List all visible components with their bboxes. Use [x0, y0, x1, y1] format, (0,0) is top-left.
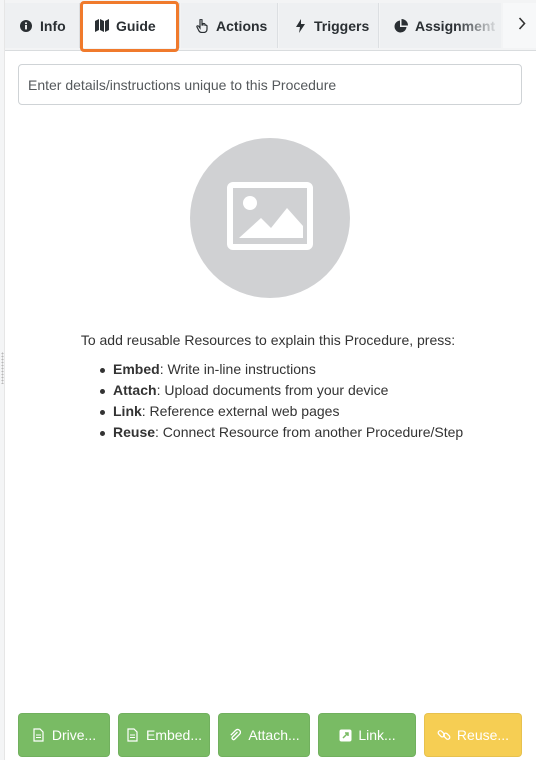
button-label: Embed...: [145, 727, 203, 743]
info-circle-icon: [19, 19, 33, 33]
link-button[interactable]: Link...: [318, 713, 416, 757]
tab-bar: Info Guide Actions Triggers Assignment: [5, 0, 536, 51]
tab-label: Actions: [216, 17, 268, 34]
paperclip-icon: [228, 728, 242, 742]
pie-chart-icon: [394, 18, 408, 33]
resource-placeholder-image: [190, 138, 350, 298]
map-icon: [95, 19, 109, 33]
attach-button[interactable]: Attach...: [218, 713, 310, 757]
tab-triggers[interactable]: Triggers: [279, 3, 379, 48]
tab-label: Info: [40, 17, 66, 34]
tab-label: Triggers: [314, 17, 370, 34]
button-label: Reuse...: [456, 727, 510, 743]
chevron-right-icon: [518, 16, 526, 35]
list-item: Reuse: Connect Resource from another Pro…: [100, 422, 533, 443]
option-text: : Reference external web pages: [141, 403, 340, 419]
document-icon: [32, 728, 46, 742]
tab-actions[interactable]: Actions: [181, 3, 278, 48]
option-term: Embed: [113, 361, 160, 377]
button-label: Link...: [358, 727, 396, 743]
chain-link-icon: [437, 728, 451, 742]
list-item: Link: Reference external web pages: [100, 401, 533, 422]
image-placeholder-icon: [227, 181, 313, 255]
option-term: Attach: [113, 382, 157, 398]
tab-scroll-right-button[interactable]: [503, 3, 536, 48]
tab-assignment[interactable]: Assignment: [380, 3, 501, 48]
reuse-button[interactable]: Reuse...: [424, 713, 522, 757]
procedure-details-input[interactable]: [18, 64, 522, 105]
pointer-hand-icon: [195, 18, 209, 33]
tab-info[interactable]: Info: [5, 3, 80, 48]
option-text: : Upload documents from your device: [156, 382, 389, 398]
left-panel-rail: [0, 0, 5, 760]
lightning-bolt-icon: [293, 18, 307, 33]
tab-guide[interactable]: Guide: [81, 3, 180, 48]
document-icon: [126, 728, 140, 742]
tab-label: Assignment: [415, 17, 496, 34]
option-term: Link: [113, 403, 142, 419]
embed-button[interactable]: Embed...: [118, 713, 210, 757]
drive-button[interactable]: Drive...: [18, 713, 110, 757]
button-label: Attach...: [248, 727, 300, 743]
resize-handle[interactable]: [1, 352, 4, 384]
empty-state-prompt: To add reusable Resources to explain thi…: [80, 332, 456, 348]
list-item: Embed: Write in-line instructions: [100, 359, 533, 380]
external-link-icon: [338, 728, 352, 742]
list-item: Attach: Upload documents from your devic…: [100, 380, 533, 401]
option-text: : Connect Resource from another Procedur…: [155, 424, 464, 440]
button-label: Drive...: [51, 727, 97, 743]
option-text: : Write in-line instructions: [159, 361, 316, 377]
option-term: Reuse: [113, 424, 156, 440]
tab-label: Guide: [116, 17, 156, 34]
resource-options-list: Embed: Write in-line instructions Attach…: [100, 359, 533, 443]
